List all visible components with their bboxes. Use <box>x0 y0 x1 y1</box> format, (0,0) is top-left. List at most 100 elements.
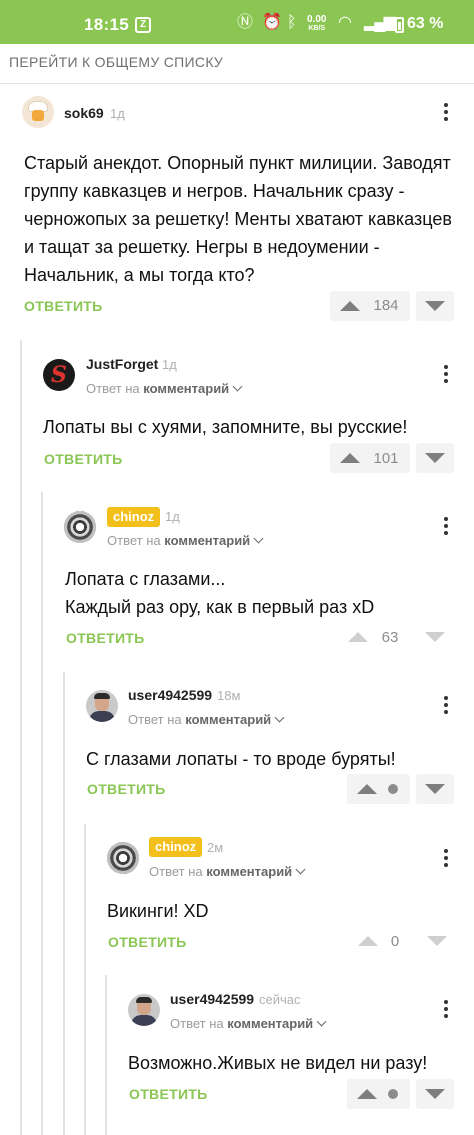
downvote-icon[interactable] <box>425 632 445 642</box>
thread-line <box>84 824 86 1135</box>
reply-button[interactable]: ОТВЕТИТЬ <box>129 1086 208 1102</box>
avatar[interactable] <box>107 842 139 874</box>
net-speed-unit: KB/S <box>308 25 326 32</box>
reply-to-target: комментарий <box>206 864 293 879</box>
reply-button[interactable]: ОТВЕТИТЬ <box>66 630 145 646</box>
avatar[interactable] <box>86 690 118 722</box>
net-speed: 0.00 KB/S <box>307 15 326 33</box>
battery-icon <box>395 17 404 33</box>
downvote-icon[interactable] <box>425 301 445 311</box>
thread-line <box>105 975 107 1135</box>
vote-box <box>347 774 410 804</box>
downvote-box <box>416 443 454 473</box>
comment-author[interactable]: sok69 <box>64 105 104 121</box>
comment-time: сейчас <box>259 992 301 1007</box>
comment-score: 63 <box>381 629 399 646</box>
reply-button[interactable]: ОТВЕТИТЬ <box>24 298 103 314</box>
comment-time: 1д <box>165 509 180 524</box>
more-options-icon[interactable] <box>434 362 458 386</box>
downvote-icon[interactable] <box>425 1089 445 1099</box>
more-options-icon[interactable] <box>434 846 458 870</box>
comment-author-badge[interactable]: chinoz <box>107 507 161 527</box>
battery-level: 63 % <box>407 15 444 32</box>
comment-author[interactable]: user4942599 <box>170 991 254 1007</box>
reply-to[interactable]: Ответ на комментарий <box>170 1016 327 1031</box>
vote-box <box>347 1079 410 1109</box>
comment-time: 1д <box>162 357 177 372</box>
reply-to[interactable]: Ответ на комментарий <box>107 533 264 548</box>
comment-text: С глазами лопаты - то вроде буряты! <box>86 749 396 769</box>
vote-box: 101 <box>330 443 410 473</box>
chevron-down-icon <box>316 1016 327 1027</box>
comment-author[interactable]: JustForget <box>86 356 158 372</box>
chevron-down-icon <box>295 864 306 875</box>
avatar[interactable]: S <box>43 359 75 391</box>
more-options-icon[interactable] <box>434 997 458 1021</box>
comment-text-line: Каждый раз ору, как в первый раз xD <box>65 597 375 617</box>
chevron-down-icon <box>253 533 264 544</box>
downvote-box <box>416 1079 454 1109</box>
avatar[interactable] <box>64 511 96 543</box>
reply-to[interactable]: Ответ на комментарий <box>128 712 285 727</box>
reply-to-target: комментарий <box>185 712 272 727</box>
comment-text: Викинги! XD <box>107 901 209 921</box>
avatar[interactable] <box>128 994 160 1026</box>
thread-line <box>20 340 22 1135</box>
downvote-icon[interactable] <box>425 453 445 463</box>
reply-to-prefix: Ответ на <box>128 712 182 727</box>
upvote-icon[interactable] <box>357 784 377 794</box>
comment-score: 0 <box>390 933 400 950</box>
status-bar: 18:15 Z Ⓝ ⏰ ᛒ 0.00 KB/S ◠ ▂▄▆ 63 % <box>0 0 474 44</box>
downvote-icon[interactable] <box>425 784 445 794</box>
comment-author-badge[interactable]: chinoz <box>149 837 203 857</box>
reply-to-prefix: Ответ на <box>107 533 161 548</box>
reply-to-prefix: Ответ на <box>86 381 140 396</box>
signal-icon: ▂▄▆ <box>364 14 396 31</box>
net-speed-value: 0.00 <box>307 14 327 25</box>
downvote-icon[interactable] <box>427 936 447 946</box>
alarm-icon: ⏰ <box>262 14 282 31</box>
avatar[interactable] <box>22 96 54 128</box>
thread-line <box>41 492 43 1135</box>
chevron-down-icon <box>274 712 285 723</box>
divider <box>0 83 474 84</box>
comment-author[interactable]: user4942599 <box>128 687 212 703</box>
reply-button[interactable]: ОТВЕТИТЬ <box>87 781 166 797</box>
reply-to[interactable]: Ответ на комментарий <box>149 864 306 879</box>
more-options-icon[interactable] <box>434 693 458 717</box>
score-hidden-dot <box>388 784 398 794</box>
bluetooth-icon: ᛒ <box>287 14 297 31</box>
comment-time: 18м <box>217 688 241 703</box>
more-options-icon[interactable] <box>434 100 458 124</box>
downvote-box <box>416 291 454 321</box>
status-time: 18:15 <box>84 15 129 34</box>
app-notification-icon: Z <box>135 17 151 33</box>
wifi-icon: ◠ <box>338 14 352 31</box>
reply-to-target: комментарий <box>164 533 251 548</box>
comment-time: 2м <box>207 840 224 855</box>
upvote-icon[interactable] <box>348 632 368 642</box>
more-options-icon[interactable] <box>434 514 458 538</box>
thread-line <box>63 672 65 1135</box>
upvote-icon[interactable] <box>340 301 360 311</box>
reply-to[interactable]: Ответ на комментарий <box>86 381 243 396</box>
comment-text: Возможно.Живых не видел ни разу! <box>128 1053 428 1073</box>
reply-button[interactable]: ОТВЕТИТЬ <box>108 934 187 950</box>
downvote-box <box>416 774 454 804</box>
reply-button[interactable]: ОТВЕТИТЬ <box>44 451 123 467</box>
chevron-down-icon <box>232 381 243 392</box>
upvote-icon[interactable] <box>357 1089 377 1099</box>
score-hidden-dot <box>388 1089 398 1099</box>
comment-score: 101 <box>373 450 399 467</box>
reply-to-target: комментарий <box>143 381 230 396</box>
comment-text: Лопаты вы с хуями, запомните, вы русские… <box>43 417 408 437</box>
reply-to-target: комментарий <box>227 1016 314 1031</box>
nfc-icon: Ⓝ <box>237 14 254 31</box>
reply-to-prefix: Ответ на <box>149 864 203 879</box>
comment-time: 1д <box>110 106 125 121</box>
back-to-list-link[interactable]: ПЕРЕЙТИ К ОБЩЕМУ СПИСКУ <box>9 54 223 70</box>
comment-text: Старый анекдот. Опорный пункт милиции. З… <box>24 153 452 285</box>
comment-score: 184 <box>373 297 399 314</box>
reply-to-prefix: Ответ на <box>170 1016 224 1031</box>
upvote-icon[interactable] <box>340 453 360 463</box>
